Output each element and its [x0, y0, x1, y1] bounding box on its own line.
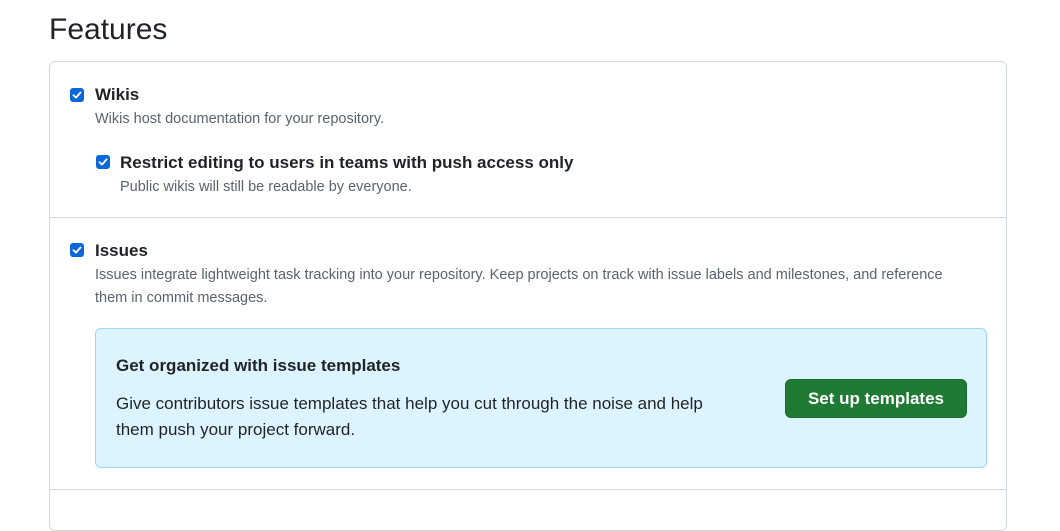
- restrict-editing-label[interactable]: Restrict editing to users in teams with …: [120, 152, 573, 174]
- check-icon: [98, 158, 108, 166]
- restrict-editing-checkbox[interactable]: [96, 155, 110, 169]
- restrict-editing-description: Public wikis will still be readable by e…: [120, 179, 412, 195]
- issues-label[interactable]: Issues: [95, 240, 148, 262]
- set-up-templates-button[interactable]: Set up templates: [785, 379, 967, 418]
- issues-checkbox[interactable]: [70, 243, 84, 257]
- issue-templates-callout: Get organized with issue templates Give …: [95, 328, 987, 468]
- callout-title: Get organized with issue templates: [116, 356, 401, 375]
- page-title: Features: [49, 13, 168, 46]
- check-icon: [72, 246, 82, 254]
- features-box: Wikis Wikis host documentation for your …: [49, 61, 1007, 531]
- wikis-section: Wikis Wikis host documentation for your …: [50, 62, 1006, 218]
- wikis-checkbox[interactable]: [70, 88, 84, 102]
- check-icon: [72, 91, 82, 99]
- wikis-description: Wikis host documentation for your reposi…: [95, 111, 385, 127]
- issues-description: Issues integrate lightweight task tracki…: [95, 267, 943, 306]
- wikis-label[interactable]: Wikis: [95, 84, 139, 106]
- callout-text: Give contributors issue templates that h…: [116, 394, 703, 439]
